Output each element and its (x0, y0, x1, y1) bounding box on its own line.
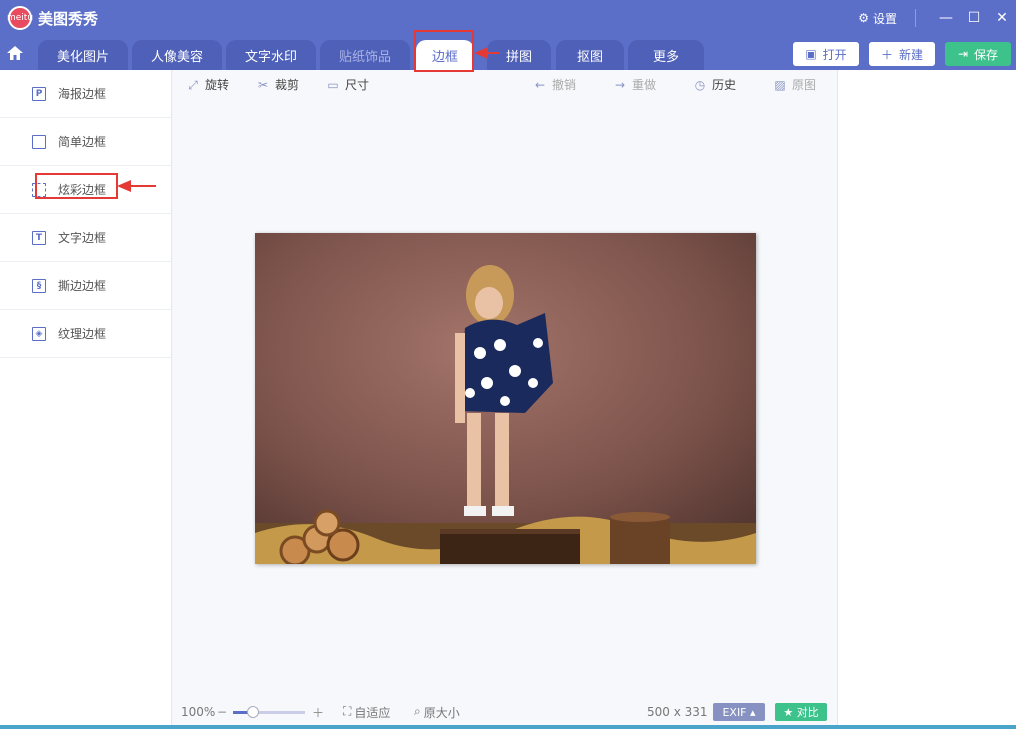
right-panel (837, 70, 1016, 729)
bottom-accent-line (0, 725, 1016, 729)
redo-arrow-icon: → (614, 77, 626, 92)
sidebar-item-label: 撕边边框 (58, 279, 107, 293)
tab-portrait[interactable]: 人像美容 (132, 40, 222, 70)
edited-photo (255, 233, 756, 564)
rotate-button[interactable]: ⤢ 旋转 (186, 76, 229, 93)
tab-text-watermark[interactable]: 文字水印 (226, 40, 316, 70)
annotation-arrow-sidebar (129, 185, 156, 187)
zoom-out-icon[interactable]: − (217, 705, 227, 719)
open-button[interactable]: ▣ 打开 (793, 42, 859, 66)
texture-frame-icon: ◈ (32, 326, 46, 341)
size-button[interactable]: ▭ 尺寸 (326, 76, 369, 93)
tab-stickers[interactable]: 贴纸饰品 (320, 40, 410, 70)
rotate-label: 旋转 (205, 78, 230, 92)
annotation-box-sidebar (35, 173, 118, 199)
export-icon: ⇥ (957, 47, 969, 61)
plus-icon: ＋ (880, 47, 893, 62)
editor-canvas: ⤢ 旋转 ✂ 裁剪 ▭ 尺寸 ← 撤销 → 重做 ◷ 历史 ▨ 原图 100% … (173, 70, 837, 729)
actual-size-button[interactable]: ⌕ 原大小 (414, 704, 460, 721)
clock-icon: ◷ (694, 77, 706, 92)
sidebar-item-poster-frame[interactable]: P 海报边框 (0, 70, 171, 118)
actual-size-label: 原大小 (423, 705, 460, 720)
scissors-icon: ✂ (257, 77, 269, 92)
frame-sidebar: P 海报边框 简单边框 炫彩边框 T 文字边框 § 撕边边框 ◈ 纹理边框 (0, 70, 172, 729)
fit-button[interactable]: ⛶ 自适应 (343, 704, 390, 721)
crop-button[interactable]: ✂ 裁剪 (256, 76, 299, 93)
title-bar: meitu 美图秀秀 ⚙ 设置 — ☐ ✕ (0, 0, 1016, 36)
sidebar-item-label: 海报边框 (58, 87, 107, 101)
exif-label: EXIF (722, 705, 747, 719)
compare-label: 对比 (796, 706, 819, 719)
original-button[interactable]: ▨ 原图 (773, 76, 816, 93)
title-separator (915, 9, 916, 27)
sidebar-item-simple-frame[interactable]: 简单边框 (0, 118, 171, 166)
logo-text: meitu (6, 13, 34, 23)
zoom-slider-handle[interactable] (247, 706, 259, 718)
rotate-icon: ⤢ (188, 77, 198, 92)
zoom-in-icon[interactable]: ＋ (312, 704, 324, 721)
tab-collage[interactable]: 拼图 (487, 40, 551, 70)
undo-label: 撤销 (552, 78, 577, 92)
app-window: meitu 美图秀秀 ⚙ 设置 — ☐ ✕ 美化图片 人像美容 文字水印 贴纸饰… (0, 0, 1016, 729)
text-frame-icon: T (32, 230, 46, 245)
save-label: 保存 (974, 47, 999, 62)
tab-beautify[interactable]: 美化图片 (38, 40, 128, 70)
open-label: 打开 (822, 47, 847, 62)
image-icon: ▣ (805, 47, 817, 61)
crop-label: 裁剪 (275, 78, 300, 92)
simple-frame-icon (32, 134, 46, 149)
compare-button[interactable]: ★ 对比 (775, 703, 827, 721)
size-label: 尺寸 (345, 78, 370, 92)
history-label: 历史 (712, 78, 737, 92)
app-title: 美图秀秀 (38, 9, 99, 28)
status-bar: 100% − ＋ ⛶ 自适应 ⌕ 原大小 500 x 331 EXIF ▴ ★ … (173, 700, 837, 724)
sidebar-item-torn-frame[interactable]: § 撕边边框 (0, 262, 171, 310)
tab-more[interactable]: 更多 (628, 40, 704, 70)
settings-button[interactable]: ⚙ 设置 (858, 10, 897, 27)
torn-frame-icon: § (32, 278, 46, 293)
redo-label: 重做 (632, 78, 657, 92)
magnifier-icon: ⌕ (414, 703, 421, 718)
photo-illustration (255, 233, 756, 564)
undo-arrow-icon: ← (534, 77, 546, 92)
app-logo: meitu (6, 6, 34, 30)
home-icon[interactable] (4, 42, 26, 64)
save-button[interactable]: ⇥ 保存 (945, 42, 1011, 66)
redo-button[interactable]: → 重做 (613, 76, 656, 93)
sidebar-item-label: 纹理边框 (58, 327, 107, 341)
poster-frame-icon: P (32, 86, 46, 101)
fit-label: 自适应 (354, 705, 391, 720)
sidebar-item-text-frame[interactable]: T 文字边框 (0, 214, 171, 262)
exif-button[interactable]: EXIF ▴ (713, 703, 765, 721)
minimize-icon[interactable]: — (932, 10, 960, 26)
sidebar-item-texture-frame[interactable]: ◈ 纹理边框 (0, 310, 171, 358)
maximize-icon[interactable]: ☐ (960, 10, 988, 26)
tab-cutout[interactable]: 抠图 (556, 40, 624, 70)
title-bar-controls: ⚙ 设置 — ☐ ✕ (858, 0, 1016, 36)
fit-icon: ⛶ (343, 703, 352, 718)
tab-bar: 美化图片 人像美容 文字水印 贴纸饰品 边框 拼图 抠图 更多 ▣ 打开 ＋ 新… (0, 36, 1016, 70)
original-label: 原图 (792, 78, 817, 92)
settings-label: 设置 (872, 11, 897, 26)
sidebar-item-label: 简单边框 (58, 135, 107, 149)
caret-icon: ▴ (750, 705, 756, 719)
annotation-box-tab (414, 30, 474, 72)
resize-icon: ▭ (327, 77, 339, 92)
history-button[interactable]: ◷ 历史 (693, 76, 736, 93)
zoom-level: 100% (181, 705, 216, 719)
sidebar-item-label: 文字边框 (58, 231, 107, 245)
new-label: 新建 (899, 47, 924, 62)
image-dimensions: 500 x 331 (647, 705, 708, 719)
undo-button[interactable]: ← 撤销 (533, 76, 576, 93)
annotation-arrow-tab (486, 52, 500, 54)
close-icon[interactable]: ✕ (988, 10, 1016, 26)
new-button[interactable]: ＋ 新建 (869, 42, 935, 66)
star-icon: ★ (783, 705, 794, 719)
picture-icon: ▨ (774, 77, 786, 92)
gear-icon: ⚙ (858, 11, 869, 25)
